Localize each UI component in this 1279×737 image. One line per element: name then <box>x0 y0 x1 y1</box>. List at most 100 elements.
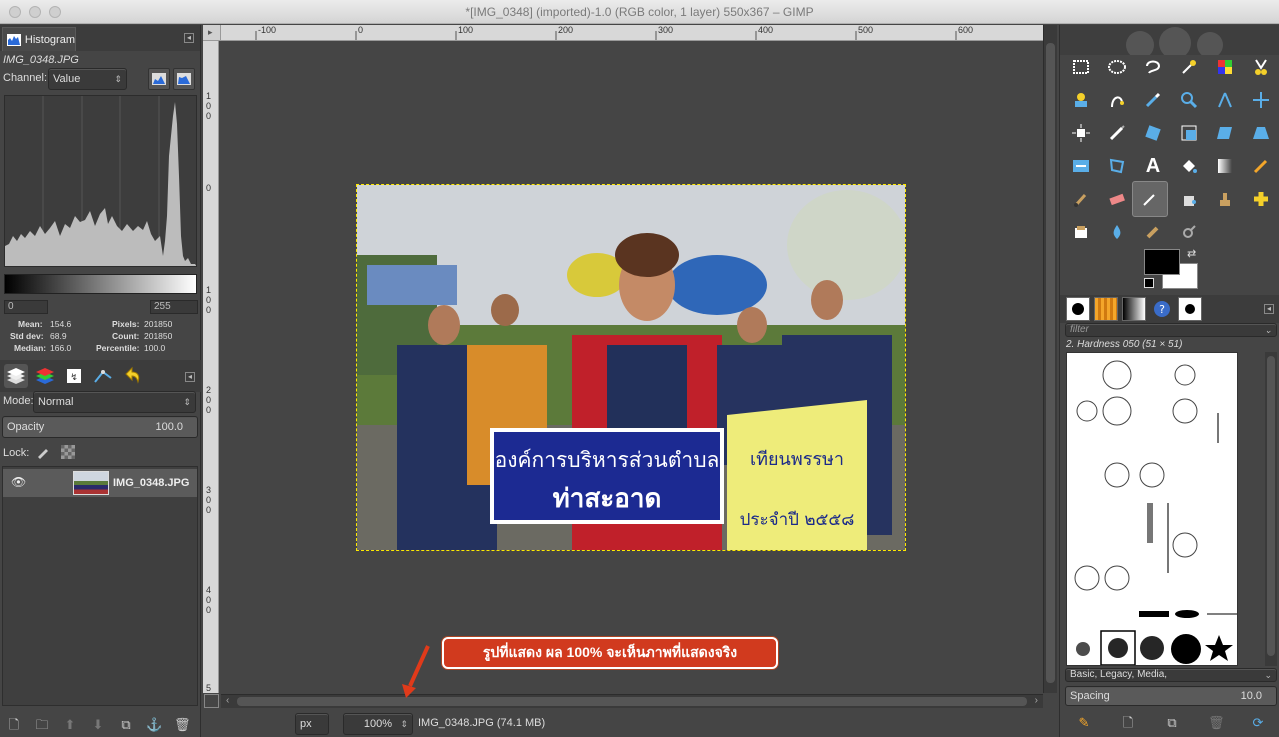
default-colors-icon[interactable] <box>1144 278 1154 288</box>
duplicate-layer-icon[interactable]: ⧉ <box>118 717 134 733</box>
tab-channels[interactable] <box>33 364 57 388</box>
dodge-burn-icon[interactable] <box>1174 217 1204 247</box>
lock-alpha-icon[interactable] <box>61 445 75 459</box>
layers-dock-menu-icon[interactable]: ◂ <box>185 372 195 382</box>
flip-tool-icon[interactable] <box>1066 151 1096 181</box>
new-layer-group-icon[interactable]: 🗀 <box>34 717 50 733</box>
rect-select-icon[interactable] <box>1066 52 1096 82</box>
tab-patterns[interactable] <box>1094 297 1118 321</box>
brush-filter-input[interactable]: filter ⌄ <box>1065 323 1277 337</box>
foreground-color-swatch[interactable] <box>1144 249 1180 275</box>
tab-layers[interactable] <box>4 364 28 388</box>
tab-gradients[interactable] <box>1122 297 1146 321</box>
horizontal-scrollbar[interactable]: ‹ › <box>221 694 1043 708</box>
fuzzy-select-icon[interactable] <box>1174 52 1204 82</box>
tab-brushes[interactable] <box>1066 297 1090 321</box>
crop-tool-icon[interactable] <box>1102 118 1132 148</box>
scroll-right-icon[interactable]: › <box>1035 695 1038 706</box>
new-layer-icon[interactable]: 🗋 <box>6 717 22 733</box>
rotate-tool-icon[interactable] <box>1138 118 1168 148</box>
scissors-select-icon[interactable] <box>1246 52 1276 82</box>
channel-select[interactable]: Value ⇕ <box>48 68 127 90</box>
image-canvas[interactable]: เทียนพรรษา ประจำปี ๒๕๕๘ องค์การบริหารส่ว… <box>356 184 906 551</box>
range-high-input[interactable]: 255 <box>150 300 198 314</box>
paths-tool-icon[interactable] <box>1102 85 1132 115</box>
text-tool-icon[interactable]: A <box>1138 151 1168 181</box>
tab-tool-presets[interactable] <box>1178 297 1202 321</box>
tab-undo-history[interactable] <box>91 364 115 388</box>
ellipse-select-icon[interactable] <box>1102 52 1132 82</box>
brushes-scroll-thumb[interactable] <box>1267 356 1275 656</box>
range-low-input[interactable]: 0 <box>4 300 48 314</box>
foreground-select-icon[interactable] <box>1066 85 1096 115</box>
anchor-layer-icon[interactable]: ⚓ <box>146 717 162 733</box>
eraser-tool-icon[interactable] <box>1102 184 1132 214</box>
brush-grid[interactable] <box>1066 352 1238 666</box>
mode-select[interactable]: Normal ⇕ <box>33 391 196 413</box>
brush-tags-input[interactable]: Basic, Legacy, Media, ⌄ <box>1065 668 1277 682</box>
linear-histogram-button[interactable] <box>148 68 170 90</box>
vertical-ruler[interactable]: 1 0 0 0 1 0 0 2 0 0 3 0 0 4 0 0 5 <box>203 41 219 693</box>
align-tool-icon[interactable] <box>1066 118 1096 148</box>
raise-layer-icon[interactable]: ⬆ <box>62 717 78 733</box>
scroll-left-icon[interactable]: ‹ <box>226 695 229 706</box>
clone-tool-icon[interactable] <box>1210 184 1240 214</box>
shear-tool-icon[interactable] <box>1210 118 1240 148</box>
edit-brush-icon[interactable]: ✎ <box>1076 715 1092 731</box>
spacing-slider[interactable]: Spacing 10.0 <box>1065 686 1277 706</box>
std-value: 68.9 <box>50 331 67 341</box>
brushes-scrollbar[interactable] <box>1265 352 1277 666</box>
sign-line-2: ท่าสะอาด <box>553 484 662 514</box>
brushes-dock-menu-icon[interactable]: ◂ <box>1264 304 1274 314</box>
chevron-updown-icon: ⇕ <box>114 74 122 84</box>
free-select-icon[interactable] <box>1138 52 1168 82</box>
duplicate-brush-icon[interactable]: ⧉ <box>1164 715 1180 731</box>
refresh-brushes-icon[interactable]: ⟳ <box>1250 715 1266 731</box>
zoom-tool-icon[interactable] <box>1174 85 1204 115</box>
dock-menu-icon[interactable]: ◂ <box>184 33 194 43</box>
histogram-graph[interactable] <box>4 95 197 267</box>
zoom-select[interactable]: 100% ⇕ <box>343 713 413 735</box>
paintbrush-tool-icon[interactable] <box>1066 184 1096 214</box>
ruler-h-tick: 100 <box>458 25 474 35</box>
horizontal-ruler[interactable]: -100 0 100 200 300 400 500 600 <box>221 25 1043 41</box>
tab-paths[interactable]: ↯ <box>62 364 86 388</box>
heal-tool-icon[interactable] <box>1246 184 1276 214</box>
layer-row[interactable]: 👁 IMG_0348.JPG <box>3 469 197 497</box>
delete-layer-icon[interactable]: 🗑 <box>174 717 191 733</box>
move-tool-icon[interactable] <box>1246 85 1276 115</box>
swap-colors-icon[interactable]: ⇄ <box>1187 247 1196 260</box>
vertical-scrollbar[interactable] <box>1043 25 1057 693</box>
lock-pixels-icon[interactable] <box>36 445 50 459</box>
select-by-color-icon[interactable] <box>1210 52 1240 82</box>
quick-mask-toggle[interactable] <box>204 694 219 708</box>
layers-list[interactable]: 👁 IMG_0348.JPG <box>2 466 198 706</box>
airbrush-tool-icon[interactable] <box>1132 181 1168 217</box>
delete-brush-icon[interactable]: 🗑 <box>1208 715 1225 731</box>
color-picker-icon[interactable] <box>1138 85 1168 115</box>
horizontal-scroll-thumb[interactable] <box>237 697 1027 706</box>
eye-icon[interactable]: 👁 <box>11 475 26 489</box>
log-histogram-button[interactable] <box>173 68 195 90</box>
tab-help[interactable]: ? <box>1150 297 1174 321</box>
perspective-clone-icon[interactable] <box>1066 217 1096 247</box>
blur-tool-icon[interactable] <box>1102 217 1132 247</box>
opacity-slider[interactable]: Opacity 100.0 <box>2 416 198 438</box>
new-brush-icon[interactable]: 🗋 <box>1120 715 1136 731</box>
vertical-scroll-thumb[interactable] <box>1046 43 1055 683</box>
tab-histogram[interactable]: Histogram <box>2 27 76 51</box>
value-gradient-bar[interactable] <box>4 274 197 294</box>
smudge-tool-icon[interactable] <box>1138 217 1168 247</box>
tab-undo[interactable] <box>120 364 144 388</box>
lower-layer-icon[interactable]: ⬇ <box>90 717 106 733</box>
scale-tool-icon[interactable] <box>1174 118 1204 148</box>
cage-transform-icon[interactable] <box>1102 151 1132 181</box>
ruler-corner[interactable]: ▸ <box>203 25 221 41</box>
ink-tool-icon[interactable] <box>1174 184 1204 214</box>
perspective-tool-icon[interactable] <box>1246 118 1276 148</box>
measure-tool-icon[interactable] <box>1210 85 1240 115</box>
bucket-fill-icon[interactable] <box>1174 151 1204 181</box>
unit-select[interactable]: px <box>295 713 329 735</box>
blend-tool-icon[interactable] <box>1210 151 1240 181</box>
pencil-tool-icon[interactable] <box>1246 151 1276 181</box>
